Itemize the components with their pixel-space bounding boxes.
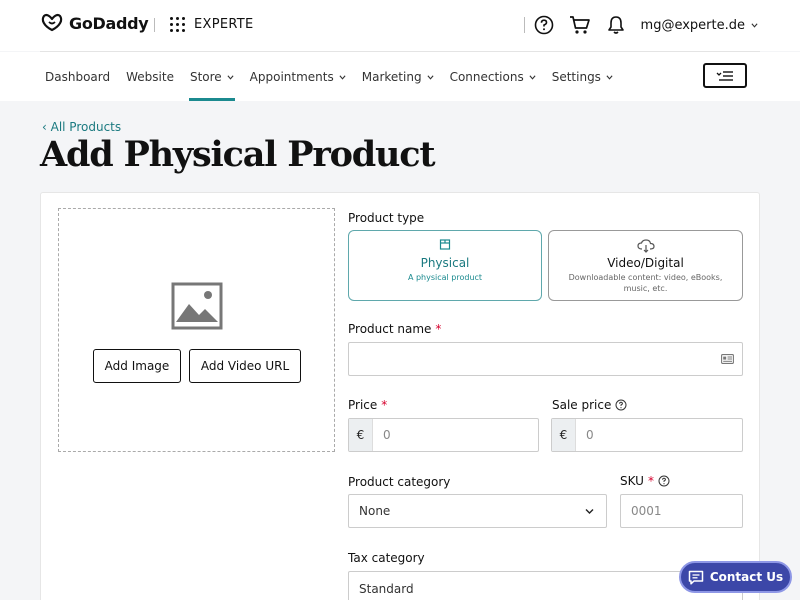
tax-category-label: Tax category [348, 551, 425, 565]
product-name-input[interactable] [348, 342, 743, 376]
product-category-label: Product category [348, 475, 450, 489]
logo-text: GoDaddy [69, 13, 149, 33]
header-actions: mg@experte.de [523, 14, 758, 36]
label-text: Price [348, 398, 378, 412]
nav-item-store[interactable]: Store [188, 68, 235, 101]
nav-item-label: Settings [551, 70, 601, 84]
nav-item-appointments[interactable]: Appointments [250, 68, 346, 86]
user-email: mg@experte.de [640, 17, 745, 33]
cart-icon[interactable] [569, 14, 591, 36]
currency-prefix: € [349, 419, 373, 451]
label-text: Tax category [348, 551, 425, 565]
product-type-physical-option[interactable]: Physical A physical product [348, 230, 542, 301]
sale-price-placeholder: 0 [586, 428, 594, 442]
nav-item-dashboard[interactable]: Dashboard [45, 68, 110, 86]
sku-input[interactable]: 0001 [620, 494, 743, 528]
chevron-down-icon [339, 74, 346, 80]
bell-icon[interactable] [605, 14, 627, 36]
sale-price-input[interactable]: € 0 [551, 418, 743, 452]
currency-prefix: € [552, 419, 576, 451]
category-selected-value: None [359, 504, 391, 518]
sale-price-label: Sale price [552, 398, 627, 412]
header-divider [154, 18, 155, 32]
chevron-down-icon [529, 74, 536, 80]
chat-icon [688, 570, 704, 585]
contact-us-label: Contact Us [709, 570, 784, 584]
sku-label: SKU * [620, 474, 670, 488]
label-text: Product type [348, 211, 425, 225]
sku-placeholder: 0001 [631, 504, 662, 518]
required-mark: * [381, 398, 388, 412]
nav-item-marketing[interactable]: Marketing [362, 68, 434, 86]
type-title: Physical [420, 256, 470, 270]
nav-item-label: Store [189, 70, 222, 84]
product-name-label: Product name * [348, 322, 441, 336]
help-icon[interactable] [615, 399, 627, 411]
add-video-url-button[interactable]: Add Video URL [189, 349, 301, 383]
type-title: Video/Digital [607, 256, 684, 270]
nav-list: Dashboard Website Store Appointments Mar… [45, 68, 629, 101]
user-menu[interactable]: mg@experte.de [641, 18, 758, 33]
apps-grid-icon [170, 17, 185, 32]
nav-item-label: Dashboard [45, 70, 111, 84]
tax-selected-value: Standard [359, 582, 414, 596]
nav-item-label: Appointments [249, 70, 334, 84]
chevron-down-icon [585, 509, 594, 514]
top-bar: GoDaddy EXPERTE mg@experte.de [0, 0, 800, 51]
required-mark: * [647, 474, 654, 488]
menu-icon [716, 70, 733, 81]
price-input[interactable]: € 0 [348, 418, 539, 452]
header-actions-divider [523, 17, 525, 33]
nav-item-label: Connections [449, 70, 524, 84]
help-icon[interactable] [658, 475, 670, 487]
product-category-select[interactable]: None [348, 494, 607, 528]
contact-card-icon [721, 354, 734, 364]
label-text: Product name [348, 322, 432, 336]
chevron-down-icon [606, 74, 613, 80]
image-placeholder-icon [171, 282, 223, 330]
apps-switcher[interactable]: EXPERTE [170, 17, 254, 32]
back-to-products-link[interactable]: ‹ All Products [42, 120, 121, 134]
label-text: SKU [620, 474, 644, 488]
price-placeholder: 0 [383, 428, 391, 442]
nav-item-label: Marketing [361, 70, 422, 84]
label-text: Product category [348, 475, 451, 489]
nav-item-label: Website [126, 70, 174, 84]
type-description: A physical product [407, 273, 483, 282]
add-image-button[interactable]: Add Image [93, 349, 181, 383]
nav-item-connections[interactable]: Connections [450, 68, 536, 86]
contact-us-button[interactable]: Contact Us [679, 561, 792, 593]
godaddy-logo-icon [41, 13, 63, 32]
type-description: Downloadable content: video, eBooks, mus… [568, 273, 723, 293]
apps-label: EXPERTE [194, 17, 254, 32]
box-icon [439, 239, 451, 250]
nav-item-website[interactable]: Website [126, 68, 174, 86]
chevron-down-icon [227, 74, 234, 80]
label-text: Sale price [552, 398, 612, 412]
chevron-down-icon [751, 22, 758, 28]
price-label: Price * [348, 398, 387, 412]
media-dropzone[interactable]: Add Image Add Video URL [58, 208, 335, 452]
product-type-label: Product type [348, 211, 424, 225]
product-type-digital-option[interactable]: Video/Digital Downloadable content: vide… [548, 230, 743, 301]
chevron-down-icon [427, 74, 434, 80]
help-icon[interactable] [533, 14, 555, 36]
godaddy-logo[interactable]: GoDaddy [40, 13, 149, 33]
menu-toggle-button[interactable] [703, 63, 747, 88]
main-nav: Dashboard Website Store Appointments Mar… [0, 52, 800, 101]
required-mark: * [435, 322, 442, 336]
cloud-download-icon [636, 239, 655, 253]
page-title: Add Physical Product [40, 134, 436, 175]
nav-item-settings[interactable]: Settings [552, 68, 613, 86]
